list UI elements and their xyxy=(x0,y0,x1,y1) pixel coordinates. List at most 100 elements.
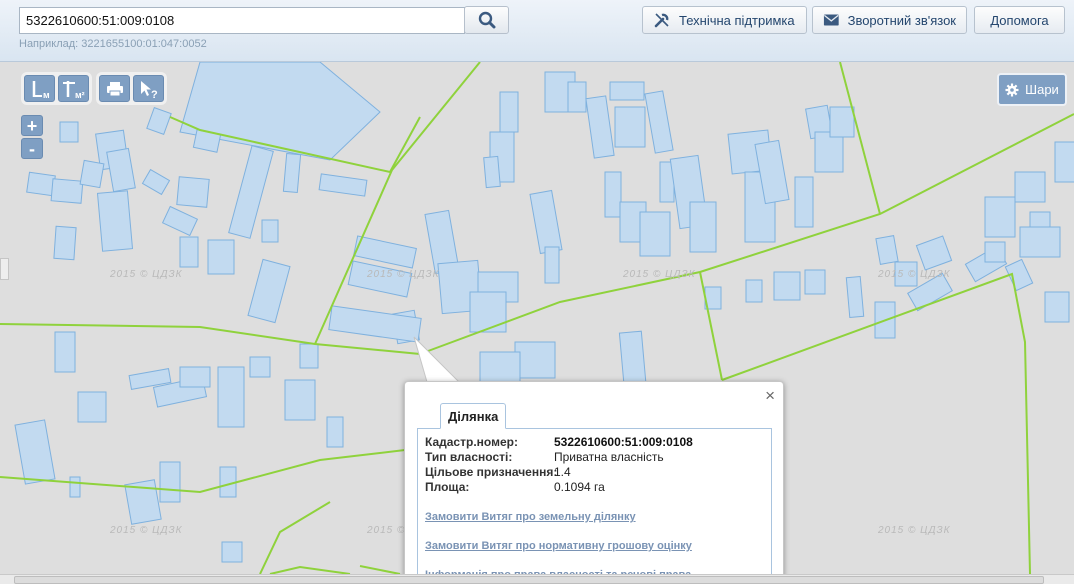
layers-button[interactable]: Шари xyxy=(997,73,1067,106)
land-parcel[interactable] xyxy=(745,279,763,303)
land-parcel[interactable] xyxy=(814,131,844,173)
watermark: 2015 © ЦДЗК xyxy=(110,269,183,280)
land-parcel[interactable] xyxy=(141,168,171,196)
search-input[interactable] xyxy=(19,7,465,34)
land-parcel[interactable] xyxy=(1019,226,1061,258)
land-parcel[interactable] xyxy=(875,235,899,265)
support-button[interactable]: Технічна підтримка xyxy=(642,6,807,34)
land-parcel[interactable] xyxy=(26,171,56,197)
land-parcel[interactable] xyxy=(514,341,556,379)
land-parcel[interactable] xyxy=(585,95,615,159)
scrollbar-thumb[interactable] xyxy=(14,576,1044,584)
land-parcel[interactable] xyxy=(54,331,76,373)
land-parcel[interactable] xyxy=(59,121,79,143)
land-parcel[interactable] xyxy=(179,236,199,268)
land-parcel[interactable] xyxy=(804,269,826,295)
parcel-popup: × Ділянка Кадастр.номер: 5322610600:51:0… xyxy=(404,381,784,584)
print-button[interactable] xyxy=(99,75,130,102)
land-parcel[interactable] xyxy=(219,466,237,498)
land-parcel[interactable] xyxy=(261,219,279,243)
land-parcel[interactable] xyxy=(53,225,77,261)
land-parcel[interactable] xyxy=(689,201,717,253)
feedback-label: Зворотний зв'язок xyxy=(847,12,956,28)
land-parcel[interactable] xyxy=(614,106,646,148)
land-parcel[interactable] xyxy=(915,235,953,271)
land-parcel[interactable] xyxy=(249,356,271,378)
land-parcel[interactable] xyxy=(604,171,622,218)
land-parcel[interactable] xyxy=(794,176,814,228)
district-boundary xyxy=(359,565,401,574)
tab-parcel[interactable]: Ділянка xyxy=(440,403,507,429)
area-unit-label: м² xyxy=(75,90,85,99)
land-parcel[interactable] xyxy=(829,106,855,138)
support-label: Технічна підтримка xyxy=(679,12,795,28)
measure-area-button[interactable]: м² xyxy=(58,75,89,102)
search-button[interactable] xyxy=(464,6,509,34)
search-icon xyxy=(478,11,495,29)
land-parcel[interactable] xyxy=(69,476,81,498)
horizontal-scrollbar[interactable] xyxy=(0,574,1074,584)
land-parcel[interactable] xyxy=(499,91,519,133)
land-parcel[interactable] xyxy=(1054,141,1074,183)
land-parcel[interactable] xyxy=(483,155,501,189)
land-parcel[interactable] xyxy=(161,205,199,237)
zoom-in-button[interactable]: + xyxy=(21,115,43,136)
print-tools: ? xyxy=(96,72,167,105)
land-parcel[interactable] xyxy=(50,178,84,204)
order-land-extract-link[interactable]: Замовити Витяг про земельну ділянку xyxy=(425,511,636,523)
land-parcel[interactable] xyxy=(176,176,210,208)
land-parcel[interactable] xyxy=(773,271,801,301)
identify-button[interactable]: ? xyxy=(133,75,164,102)
envelope-icon xyxy=(823,14,839,26)
land-parcel[interactable] xyxy=(326,416,344,448)
land-parcel[interactable] xyxy=(217,366,245,428)
land-parcel[interactable] xyxy=(567,81,587,113)
land-parcel[interactable] xyxy=(282,152,302,194)
measure-length-button[interactable]: м xyxy=(24,75,55,102)
layers-label: Шари xyxy=(1025,82,1059,97)
feedback-button[interactable]: Зворотний зв'язок xyxy=(812,6,967,34)
land-parcel[interactable] xyxy=(247,258,291,324)
land-parcel[interactable] xyxy=(14,419,56,485)
search-hint: Наприклад: 3221655100:01:047:0052 xyxy=(19,38,207,50)
side-panel-handle[interactable] xyxy=(0,258,9,280)
land-parcel[interactable] xyxy=(179,366,211,388)
land-parcel[interactable] xyxy=(644,90,674,154)
land-parcel[interactable] xyxy=(77,391,107,423)
length-unit-label: м xyxy=(43,90,50,99)
land-parcel[interactable] xyxy=(1014,171,1046,203)
watermark: 2015 © ЦДЗК xyxy=(623,269,696,280)
gear-icon xyxy=(1005,83,1019,96)
land-parcel[interactable] xyxy=(984,241,1006,263)
land-parcel[interactable] xyxy=(146,106,172,136)
district-boundary xyxy=(839,62,881,215)
land-parcel[interactable] xyxy=(544,246,560,284)
land-parcel[interactable] xyxy=(845,275,865,319)
watermark: 2015 © ЦДЗК xyxy=(878,269,951,280)
land-parcel[interactable] xyxy=(639,211,671,257)
land-parcel[interactable] xyxy=(106,147,136,193)
close-icon[interactable]: × xyxy=(765,387,775,404)
land-parcel[interactable] xyxy=(609,81,645,101)
land-parcel[interactable] xyxy=(299,343,319,369)
land-parcel[interactable] xyxy=(318,173,368,197)
land-parcel[interactable] xyxy=(79,159,105,189)
land-parcel[interactable] xyxy=(284,379,316,421)
land-parcel[interactable] xyxy=(207,239,235,275)
order-valuation-extract-link[interactable]: Замовити Витяг про нормативну грошову оц… xyxy=(425,540,692,552)
land-parcel[interactable] xyxy=(159,461,181,503)
printer-icon xyxy=(106,81,123,96)
land-parcel[interactable] xyxy=(469,291,507,333)
zoom-out-button[interactable]: - xyxy=(21,138,43,159)
top-bar: Наприклад: 3221655100:01:047:0052 Техніч… xyxy=(0,0,1074,62)
help-button[interactable]: Допомога xyxy=(974,6,1065,34)
land-parcel[interactable] xyxy=(1044,291,1070,323)
land-parcel[interactable] xyxy=(479,351,521,383)
measure-tools: м м² xyxy=(21,72,92,105)
land-parcel[interactable] xyxy=(984,196,1016,238)
zoom-controls: + - xyxy=(21,115,43,159)
land-parcel[interactable] xyxy=(96,190,134,252)
land-parcel[interactable] xyxy=(529,189,563,255)
help-label: Допомога xyxy=(990,12,1049,28)
land-parcel[interactable] xyxy=(221,541,243,563)
